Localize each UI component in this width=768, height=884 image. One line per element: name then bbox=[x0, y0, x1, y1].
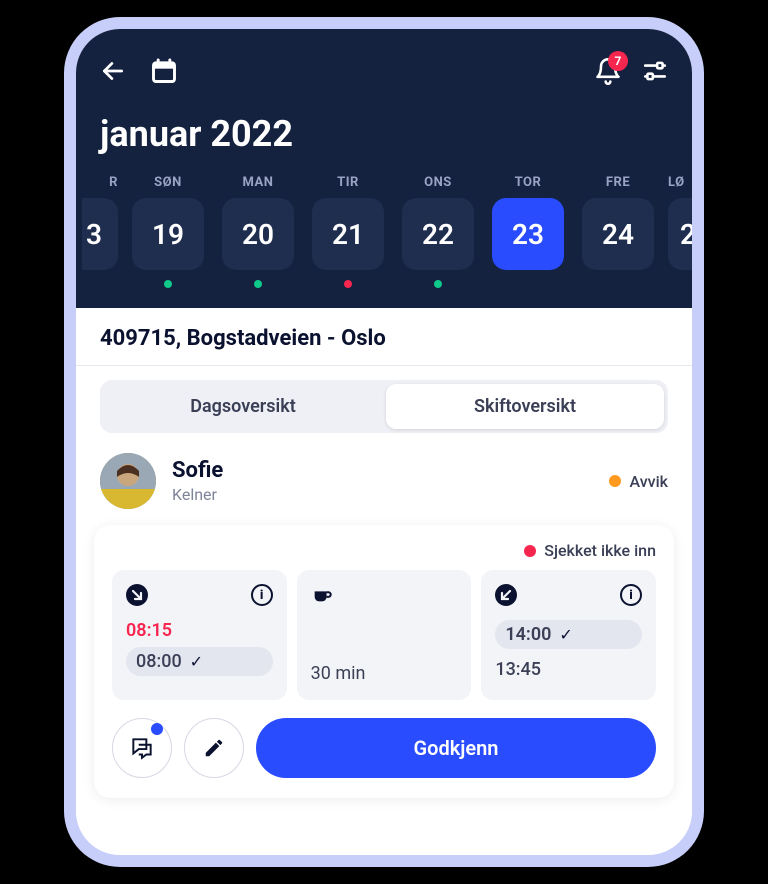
check-icon: ✓ bbox=[559, 625, 572, 644]
check-out-planned: 13:45 bbox=[495, 659, 541, 680]
day-cell[interactable]: FRE 24 bbox=[578, 175, 658, 288]
weekday-label: FRE bbox=[606, 175, 630, 190]
check-in-slot[interactable]: i 08:15 08:00 ✓ bbox=[112, 570, 287, 700]
info-icon[interactable]: i bbox=[251, 584, 273, 606]
employee-row[interactable]: Sofie Kelner Avvik bbox=[76, 445, 692, 521]
coffee-icon bbox=[311, 584, 333, 606]
status-dot-icon bbox=[609, 475, 621, 487]
back-arrow-icon bbox=[100, 58, 126, 84]
day-number: 24 bbox=[582, 198, 654, 270]
shift-card: Sjekket ikke inn i 08:15 08:00 bbox=[94, 525, 674, 798]
event-dot-icon bbox=[254, 280, 262, 288]
check-in-icon bbox=[126, 584, 148, 606]
day-number: 19 bbox=[132, 198, 204, 270]
unread-dot-icon bbox=[151, 723, 163, 735]
day-cell[interactable]: MAN 20 bbox=[218, 175, 298, 288]
check-out-actual-pill: 14:00 ✓ bbox=[495, 620, 642, 649]
check-in-planned: 08:00 bbox=[136, 651, 182, 672]
status-dot-icon bbox=[524, 545, 536, 557]
settings-button[interactable] bbox=[642, 58, 668, 84]
pencil-icon bbox=[203, 737, 225, 759]
check-out-slot[interactable]: i 14:00 ✓ 13:45 bbox=[481, 570, 656, 700]
event-dot-icon bbox=[344, 280, 352, 288]
check-out-planned-wrap: 13:45 bbox=[495, 655, 642, 684]
day-number: 23 bbox=[492, 198, 564, 270]
deviation-label: Avvik bbox=[629, 472, 668, 491]
check-in-actual: 08:15 bbox=[126, 620, 273, 641]
event-dot-icon bbox=[164, 280, 172, 288]
segmented-control: Dagsoversikt Skiftoversikt bbox=[76, 366, 692, 445]
month-title: januar 2022 bbox=[100, 113, 668, 155]
day-cell[interactable]: SØN 19 bbox=[128, 175, 208, 288]
top-bar: 7 bbox=[100, 57, 668, 85]
location-title: 409715, Bogstadveien - Oslo bbox=[76, 308, 692, 366]
tab-day-overview[interactable]: Dagsoversikt bbox=[104, 384, 382, 429]
break-slot[interactable]: 30 min bbox=[297, 570, 472, 700]
check-out-actual: 14:00 bbox=[505, 624, 551, 645]
day-cell[interactable]: ONS 22 bbox=[398, 175, 478, 288]
edit-button[interactable] bbox=[184, 718, 244, 778]
content: 409715, Bogstadveien - Oslo Dagsoversikt… bbox=[76, 308, 692, 855]
check-icon: ✓ bbox=[190, 652, 203, 671]
phone-frame: 7 januar 2022 R3SØN19MAN20TIR21ONS22TOR2… bbox=[64, 17, 704, 867]
week-strip[interactable]: R3SØN19MAN20TIR21ONS22TOR23FRE24LØ2 bbox=[76, 175, 692, 288]
event-dot-icon bbox=[434, 280, 442, 288]
check-in-planned-pill: 08:00 ✓ bbox=[126, 647, 273, 676]
break-duration: 30 min bbox=[311, 663, 458, 684]
day-number: 20 bbox=[222, 198, 294, 270]
calendar-button[interactable] bbox=[150, 57, 178, 85]
notification-badge: 7 bbox=[608, 51, 628, 71]
weekday-label: TOR bbox=[515, 175, 542, 190]
sliders-icon bbox=[642, 58, 668, 84]
employee-name: Sofie bbox=[172, 458, 223, 483]
weekday-label: SØN bbox=[154, 175, 182, 190]
weekday-label: TIR bbox=[337, 175, 359, 190]
day-number: 3 bbox=[82, 198, 118, 270]
deviation-badge: Avvik bbox=[609, 472, 668, 491]
header: 7 januar 2022 R3SØN19MAN20TIR21ONS22TOR2… bbox=[76, 29, 692, 308]
tab-shift-overview[interactable]: Skiftoversikt bbox=[386, 384, 664, 429]
weekday-label: R bbox=[109, 175, 118, 190]
avatar bbox=[100, 453, 156, 509]
calendar-icon bbox=[150, 57, 178, 85]
day-cell[interactable]: LØ 2 bbox=[668, 175, 692, 288]
info-icon[interactable]: i bbox=[620, 584, 642, 606]
not-checked-in-label: Sjekket ikke inn bbox=[544, 541, 656, 560]
weekday-label: MAN bbox=[243, 175, 274, 190]
chat-icon bbox=[129, 735, 155, 761]
phone-screen: 7 januar 2022 R3SØN19MAN20TIR21ONS22TOR2… bbox=[76, 29, 692, 855]
day-cell[interactable]: TIR 21 bbox=[308, 175, 388, 288]
notifications-button[interactable]: 7 bbox=[594, 57, 622, 85]
day-number: 22 bbox=[402, 198, 474, 270]
back-button[interactable] bbox=[100, 58, 126, 84]
time-slots: i 08:15 08:00 ✓ bbox=[112, 570, 656, 700]
day-cell[interactable]: R3 bbox=[82, 175, 118, 288]
employee-role: Kelner bbox=[172, 485, 223, 504]
approve-button[interactable]: Godkjenn bbox=[256, 718, 656, 778]
day-number: 2 bbox=[668, 198, 692, 270]
check-out-icon bbox=[495, 584, 517, 606]
weekday-label: LØ bbox=[668, 175, 685, 190]
weekday-label: ONS bbox=[424, 175, 452, 190]
not-checked-in-badge: Sjekket ikke inn bbox=[524, 541, 656, 560]
card-actions: Godkjenn bbox=[112, 718, 656, 778]
day-cell[interactable]: TOR 23 bbox=[488, 175, 568, 288]
comment-button[interactable] bbox=[112, 718, 172, 778]
day-number: 21 bbox=[312, 198, 384, 270]
employee-info: Sofie Kelner bbox=[172, 458, 223, 504]
